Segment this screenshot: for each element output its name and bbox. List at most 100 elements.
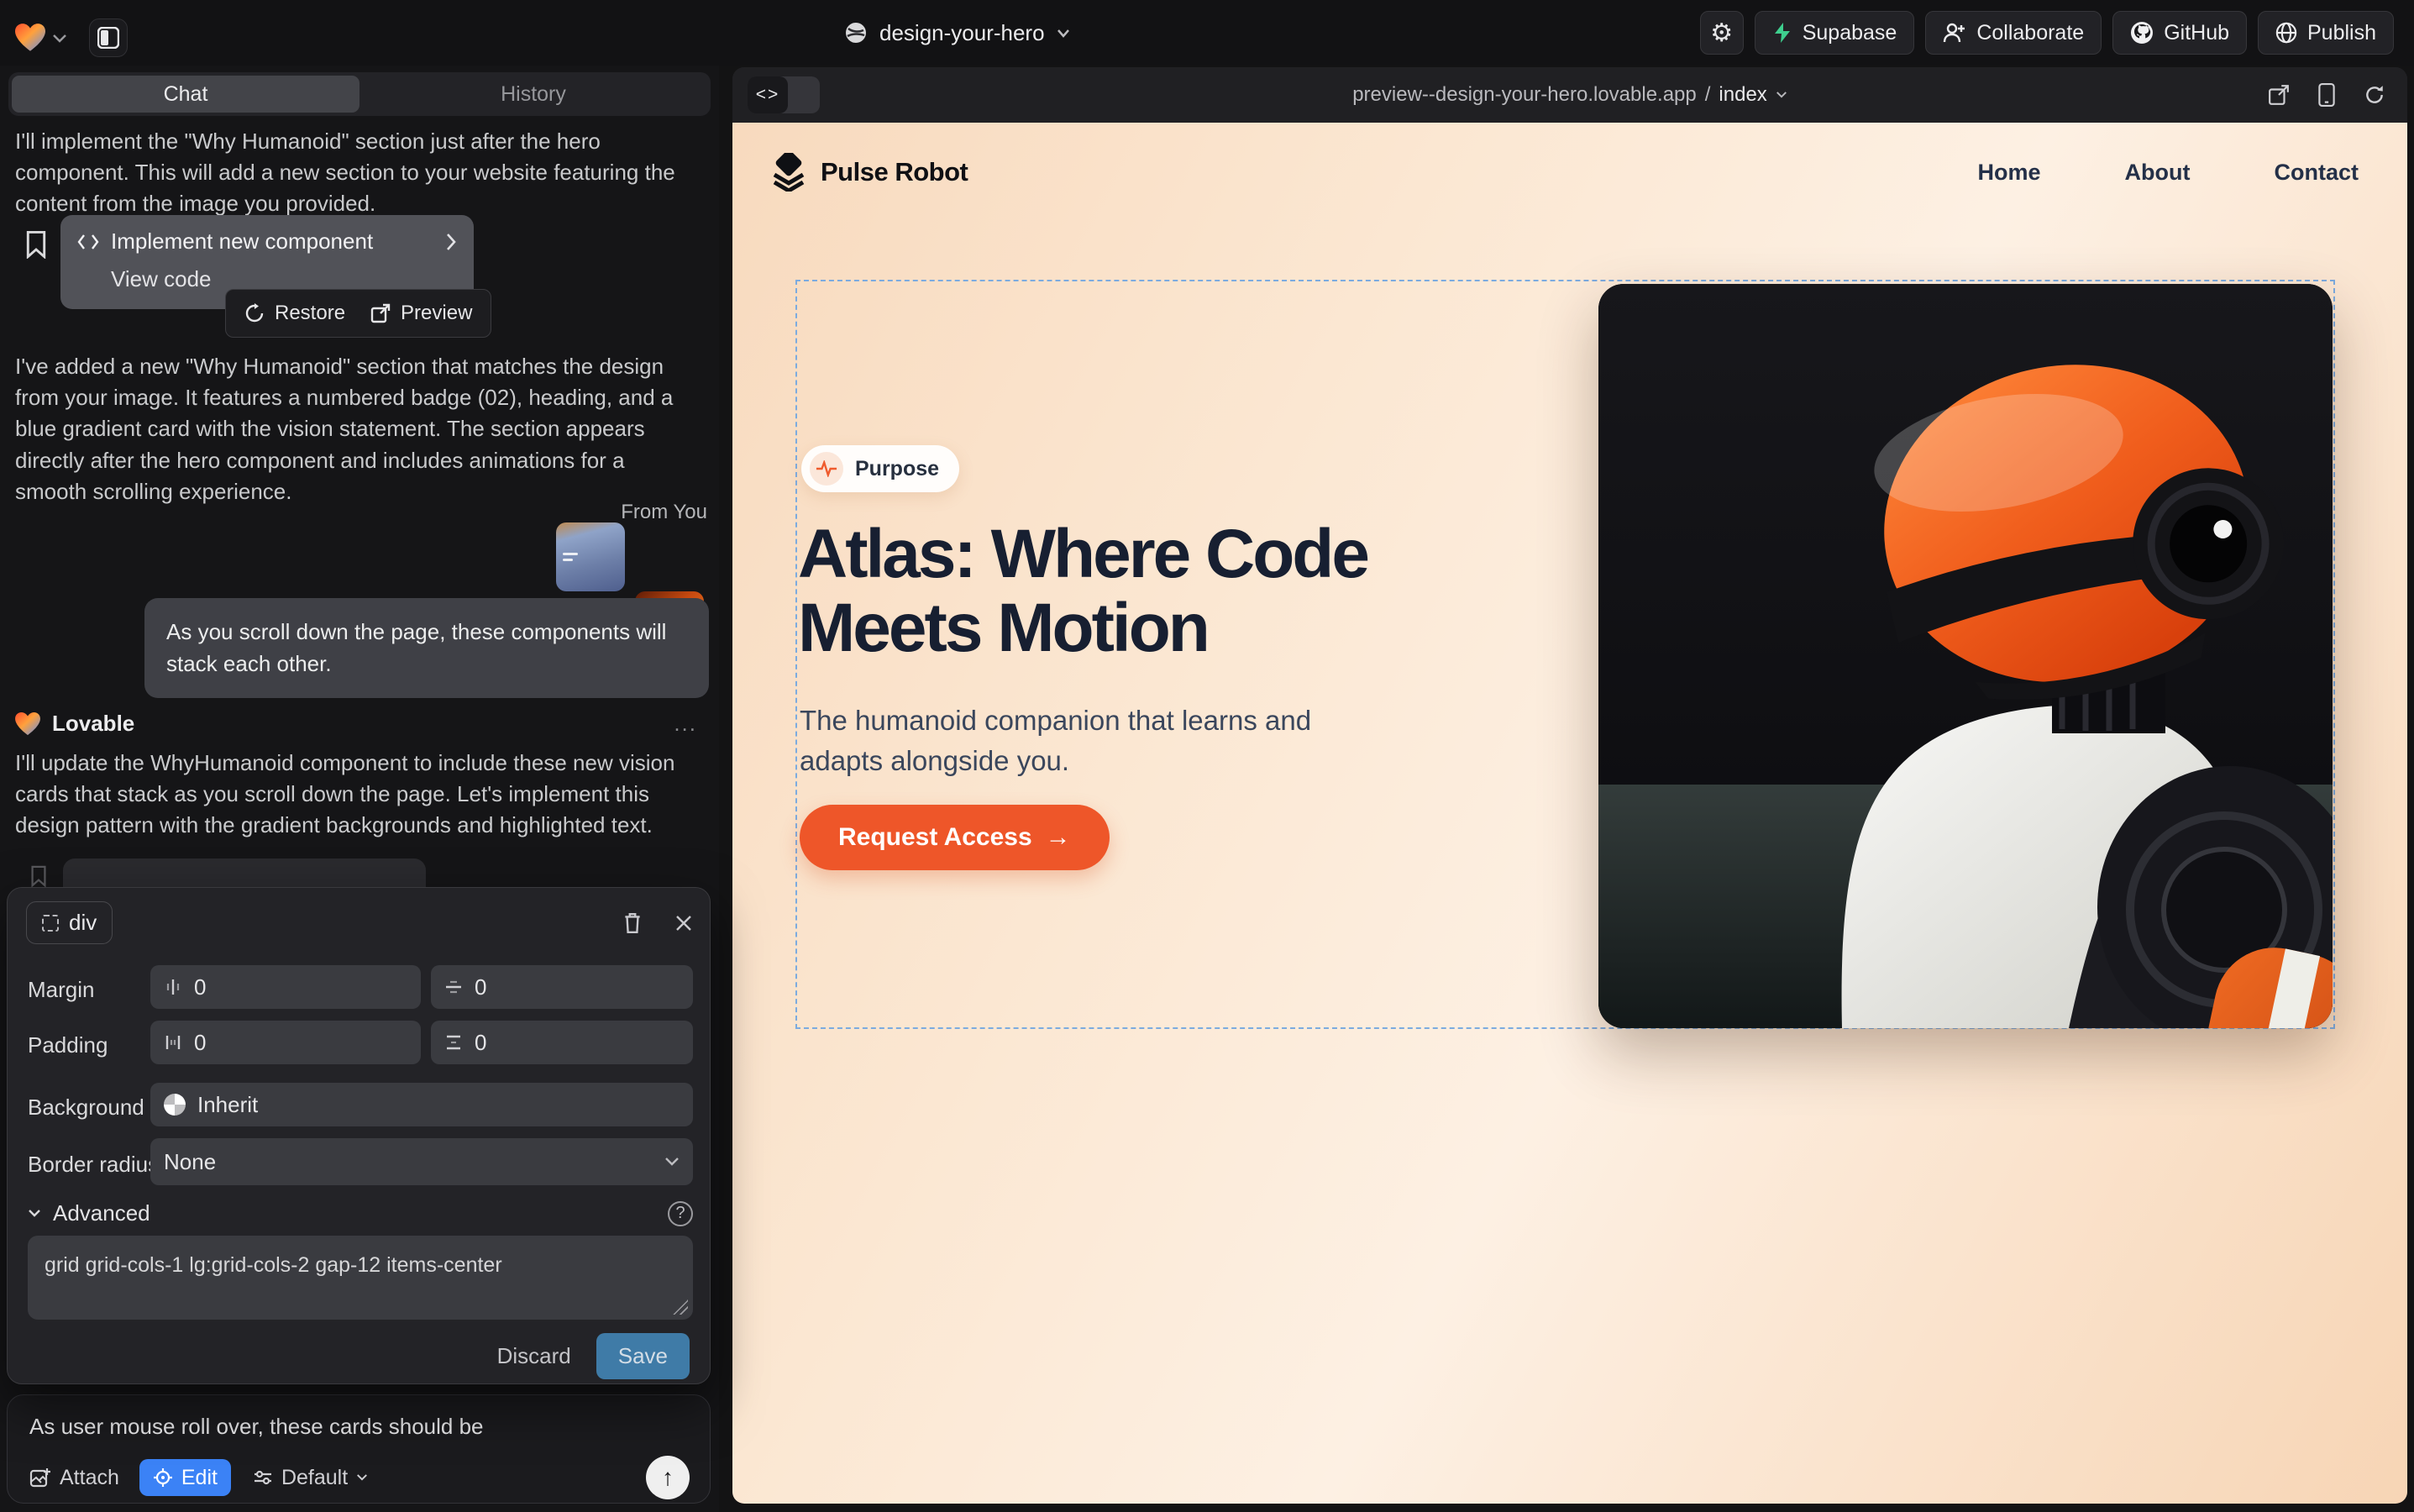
padding-x-icon [164, 1033, 182, 1052]
save-button[interactable]: Save [596, 1333, 690, 1379]
badge-label: Purpose [855, 457, 939, 481]
user-message-bubble: As you scroll down the page, these compo… [144, 598, 709, 698]
code-toggle-knob: <> [748, 76, 788, 113]
request-access-button[interactable]: Request Access → [800, 805, 1110, 870]
attachment-thumbnail-1[interactable] [556, 522, 625, 591]
supabase-button[interactable]: Supabase [1755, 11, 1915, 55]
chat-composer[interactable]: As user mouse roll over, these cards sho… [7, 1394, 711, 1504]
chat-history-tabs: Chat History [8, 72, 711, 116]
lovable-avatar-icon [15, 712, 40, 736]
selected-element-chip[interactable]: div [26, 901, 113, 944]
nav-about[interactable]: About [2125, 160, 2191, 186]
padding-label: Padding [28, 1032, 108, 1058]
margin-y-icon [444, 978, 463, 996]
open-in-new-tab-button[interactable] [2268, 84, 2290, 106]
padding-y-input[interactable]: 0 [431, 1021, 693, 1064]
padding-x-input[interactable]: 0 [150, 1021, 421, 1064]
assistant-name: Lovable [52, 711, 134, 737]
robot-illustration [1598, 284, 2333, 1028]
project-title: design-your-hero [879, 20, 1045, 46]
code-preview-toggle[interactable]: <> [748, 76, 820, 113]
assistant-message-1: I'll implement the "Why Humanoid" sectio… [15, 126, 687, 220]
mobile-view-button[interactable] [2318, 83, 2335, 107]
padding-y-icon [444, 1033, 463, 1052]
hero-heading: Atlas: Where Code Meets Motion [798, 517, 1554, 664]
chevron-down-icon [664, 1157, 680, 1167]
margin-label: Margin [28, 977, 94, 1003]
restore-button[interactable]: Restore [244, 302, 345, 325]
assistant-message-3: I'll update the WhyHumanoid component to… [15, 748, 692, 842]
border-radius-label: Border radius [28, 1152, 159, 1178]
nav-home[interactable]: Home [1978, 160, 2041, 186]
project-switcher[interactable]: design-your-hero [844, 0, 1070, 66]
workspace-chevron-icon[interactable] [52, 33, 67, 43]
version-card-title: Implement new component [111, 228, 373, 255]
restore-icon [244, 303, 265, 323]
advanced-label[interactable]: Advanced [53, 1200, 150, 1226]
preview-site: Pulse Robot Home About Contact Purpose A… [732, 123, 2407, 1504]
github-button[interactable]: GitHub [2112, 11, 2247, 55]
preview-route: index [1719, 83, 1766, 107]
tab-history[interactable]: History [359, 76, 707, 113]
route-chevron-icon [1776, 91, 1787, 99]
margin-x-icon [164, 978, 182, 996]
model-mode-select[interactable]: Default [253, 1466, 368, 1490]
message-menu-button[interactable]: ... [674, 711, 697, 737]
nav-contact[interactable]: Contact [2275, 160, 2359, 186]
bookmark-icon[interactable] [24, 230, 49, 259]
sliders-icon [253, 1467, 273, 1488]
edit-mode-button[interactable]: Edit [139, 1459, 231, 1496]
hero-subheading: The humanoid companion that learns and a… [800, 701, 1388, 781]
purpose-badge: Purpose [801, 445, 959, 492]
resize-handle[interactable] [673, 1299, 688, 1315]
lovable-logo-icon[interactable] [15, 24, 45, 52]
arrow-right-icon: → [1046, 823, 1071, 852]
composer-draft-text[interactable]: As user mouse roll over, these cards sho… [29, 1414, 484, 1440]
site-logo[interactable]: Pulse Robot [770, 153, 968, 192]
close-inspector-button[interactable] [674, 914, 693, 932]
panel-left-icon [97, 27, 119, 49]
chat-sidebar: Chat History I'll implement the "Why Hum… [0, 66, 719, 1512]
chevron-right-icon [445, 233, 457, 251]
from-you-label: From You [621, 501, 707, 524]
mode-chevron-icon [356, 1473, 368, 1482]
preview-button[interactable]: Preview [370, 302, 472, 325]
supabase-icon [1772, 22, 1792, 44]
site-brand: Pulse Robot [821, 157, 968, 187]
collaborate-button[interactable]: Collaborate [1925, 11, 2102, 55]
background-input[interactable]: Inherit [150, 1083, 693, 1126]
pulse-icon [816, 460, 837, 477]
project-chevron-icon [1057, 29, 1070, 38]
send-button[interactable] [646, 1456, 690, 1499]
external-link-icon [370, 303, 391, 323]
advanced-chevron-icon[interactable] [28, 1209, 41, 1218]
help-icon[interactable] [668, 1201, 693, 1226]
element-tag: div [69, 910, 97, 936]
tab-chat[interactable]: Chat [12, 76, 359, 113]
margin-x-input[interactable]: 0 [150, 965, 421, 1009]
pulse-icon-circle [810, 452, 843, 486]
collaborate-icon [1943, 22, 1966, 44]
background-label: Background [28, 1095, 144, 1121]
hero-robot-image [1598, 284, 2333, 1028]
margin-y-input[interactable]: 0 [431, 965, 693, 1009]
settings-button[interactable] [1700, 11, 1744, 55]
attach-button[interactable]: Attach [29, 1466, 119, 1490]
preview-pane: preview--design-your-hero.lovable.app / … [732, 67, 2407, 1504]
border-radius-select[interactable]: None [150, 1138, 693, 1185]
site-nav: Home About Contact [1978, 160, 2359, 186]
layers-logo-icon [770, 153, 807, 192]
publish-globe-icon [2275, 22, 2297, 44]
delete-element-button[interactable] [622, 911, 643, 934]
top-bar: design-your-hero Supabase Collaborate [0, 0, 2414, 66]
refresh-button[interactable] [2364, 84, 2385, 106]
publish-button[interactable]: Publish [2258, 11, 2394, 55]
discard-button[interactable]: Discard [497, 1343, 571, 1369]
sidebar-toggle-button[interactable] [89, 18, 128, 57]
assistant-message-2: I've added a new "Why Humanoid" section … [15, 351, 697, 507]
element-inspector-panel: div Margin 0 0 Padding [7, 887, 711, 1384]
classes-textarea[interactable]: grid grid-cols-1 lg:grid-cols-2 gap-12 i… [28, 1236, 693, 1320]
attach-image-icon [29, 1467, 51, 1488]
bookmark-icon-partial [29, 865, 49, 887]
preview-url-bar[interactable]: preview--design-your-hero.lovable.app / … [732, 67, 2407, 123]
